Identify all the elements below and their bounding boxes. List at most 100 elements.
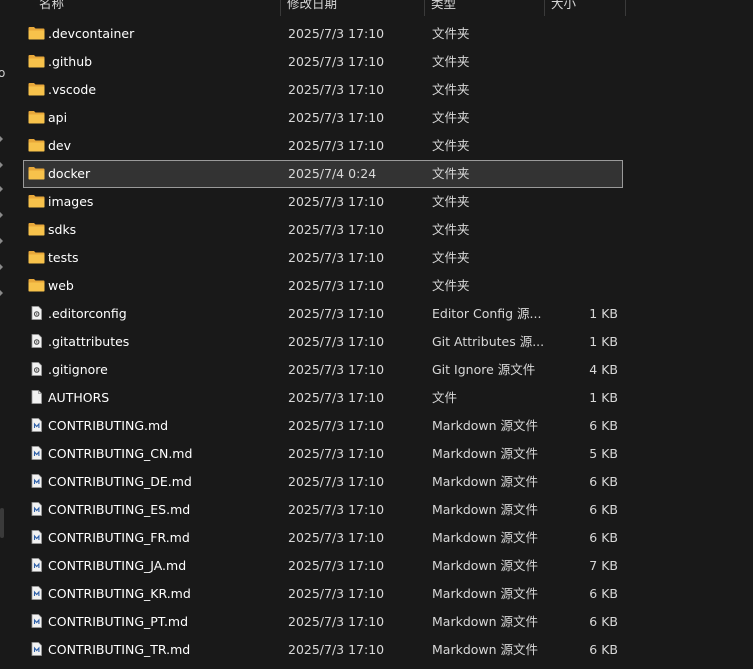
- column-header-type[interactable]: 类型: [425, 0, 545, 16]
- markdown-file-icon: [28, 642, 45, 656]
- file-size: 6 KB: [589, 474, 618, 489]
- file-row[interactable]: tests 2025/7/3 17:10 文件夹: [23, 244, 623, 272]
- file-row[interactable]: CONTRIBUTING_FR.md 2025/7/3 17:10 Markdown…: [23, 524, 623, 552]
- file-name: CONTRIBUTING_ES.md: [48, 502, 191, 517]
- chevron-right-icon[interactable]: [0, 212, 3, 218]
- chevron-right-icon[interactable]: [0, 186, 3, 192]
- file-date-modified: 2025/7/3 17:10: [288, 502, 385, 517]
- file-date-modified: 2025/7/3 17:10: [288, 614, 385, 629]
- file-name: CONTRIBUTING_KR.md: [48, 586, 191, 601]
- file-name: tests: [48, 250, 79, 265]
- file-name: CONTRIBUTING.md: [48, 418, 169, 433]
- folder-icon: [28, 82, 45, 96]
- file-type: Markdown 源文件: [432, 474, 539, 489]
- file-row[interactable]: .vscode 2025/7/3 17:10 文件夹: [23, 76, 623, 104]
- markdown-file-icon: [28, 474, 45, 488]
- file-name: AUTHORS: [48, 390, 110, 405]
- file-date-modified: 2025/7/3 17:10: [288, 54, 385, 69]
- file-row[interactable]: CONTRIBUTING_TR.md 2025/7/3 17:10 Markdown…: [23, 636, 623, 664]
- file-type: 文件夹: [432, 278, 470, 293]
- file-row[interactable]: CONTRIBUTING_JA.md 2025/7/3 17:10 Markdown…: [23, 552, 623, 580]
- file-row[interactable]: CONTRIBUTING.md 2025/7/3 17:10 Markdown 源文…: [23, 412, 623, 440]
- file-row[interactable]: dev 2025/7/3 17:10 文件夹: [23, 132, 623, 160]
- folder-icon: [28, 54, 45, 68]
- file-type: Editor Config 源...: [432, 306, 542, 321]
- file-type: Markdown 源文件: [432, 502, 539, 517]
- column-header-date[interactable]: 修改日期: [281, 0, 425, 16]
- file-row[interactable]: CONTRIBUTING_PT.md 2025/7/3 17:10 Markdown…: [23, 608, 623, 636]
- markdown-file-icon: [28, 418, 45, 432]
- file-name: CONTRIBUTING_TR.md: [48, 642, 191, 657]
- config-file-icon: [28, 334, 45, 348]
- column-header-size[interactable]: 大小: [545, 0, 626, 16]
- file-icon: [28, 390, 45, 404]
- file-name: dev: [48, 138, 72, 153]
- navigation-pane-edge: o: [0, 0, 10, 669]
- file-size: 4 KB: [589, 362, 618, 377]
- file-row[interactable]: CONTRIBUTING_ES.md 2025/7/3 17:10 Markdown…: [23, 496, 623, 524]
- file-name: images: [48, 194, 94, 209]
- config-file-icon: [28, 306, 45, 320]
- nav-scrollbar-thumb[interactable]: [0, 508, 4, 538]
- file-name: .gitattributes: [48, 334, 130, 349]
- file-type: 文件夹: [432, 194, 470, 209]
- file-row[interactable]: .editorconfig 2025/7/3 17:10 Editor Config…: [23, 300, 623, 328]
- folder-icon: [28, 166, 45, 180]
- folder-icon: [28, 138, 45, 152]
- file-name: CONTRIBUTING_JA.md: [48, 558, 187, 573]
- file-row[interactable]: sdks 2025/7/3 17:10 文件夹: [23, 216, 623, 244]
- file-date-modified: 2025/7/3 17:10: [288, 250, 385, 265]
- file-list: .devcontainer 2025/7/3 17:10 文件夹 .github 202…: [23, 20, 623, 664]
- chevron-right-icon[interactable]: [0, 264, 3, 270]
- file-name: sdks: [48, 222, 77, 237]
- file-row[interactable]: .gitattributes 2025/7/3 17:10 Git Attribut…: [23, 328, 623, 356]
- file-size: 1 KB: [589, 334, 618, 349]
- file-date-modified: 2025/7/3 17:10: [288, 306, 385, 321]
- column-header: 名称 修改日期 类型 大小: [23, 0, 626, 16]
- file-type: Markdown 源文件: [432, 614, 539, 629]
- file-date-modified: 2025/7/3 17:10: [288, 418, 385, 433]
- file-date-modified: 2025/7/3 17:10: [288, 194, 385, 209]
- file-size: 1 KB: [589, 390, 618, 405]
- file-type: Markdown 源文件: [432, 418, 539, 433]
- file-row[interactable]: .gitignore 2025/7/3 17:10 Git Ignore 源文件 4 …: [23, 356, 623, 384]
- file-name: CONTRIBUTING_FR.md: [48, 530, 190, 545]
- column-header-name[interactable]: 名称: [33, 0, 281, 16]
- file-type: Markdown 源文件: [432, 530, 539, 545]
- file-name: web: [48, 278, 74, 293]
- chevron-right-icon[interactable]: [0, 290, 3, 296]
- file-date-modified: 2025/7/3 17:10: [288, 362, 385, 377]
- file-row[interactable]: CONTRIBUTING_DE.md 2025/7/3 17:10 Markdown…: [23, 468, 623, 496]
- file-row[interactable]: web 2025/7/3 17:10 文件夹: [23, 272, 623, 300]
- file-row[interactable]: .github 2025/7/3 17:10 文件夹: [23, 48, 623, 76]
- file-name: api: [48, 110, 68, 125]
- file-name: CONTRIBUTING_DE.md: [48, 474, 192, 489]
- chevron-right-icon[interactable]: [0, 238, 3, 244]
- file-type: Git Attributes 源...: [432, 334, 545, 349]
- file-date-modified: 2025/7/3 17:10: [288, 82, 385, 97]
- file-type: 文件: [432, 390, 458, 405]
- file-name: .gitignore: [48, 362, 108, 377]
- folder-icon: [28, 278, 45, 292]
- file-size: 7 KB: [589, 558, 618, 573]
- nav-text-fragment: o: [0, 66, 6, 80]
- file-row[interactable]: docker 2025/7/4 0:24 文件夹: [23, 160, 623, 188]
- file-row[interactable]: .devcontainer 2025/7/3 17:10 文件夹: [23, 20, 623, 48]
- markdown-file-icon: [28, 614, 45, 628]
- file-row[interactable]: images 2025/7/3 17:10 文件夹: [23, 188, 623, 216]
- file-date-modified: 2025/7/3 17:10: [288, 278, 385, 293]
- file-row[interactable]: CONTRIBUTING_KR.md 2025/7/3 17:10 Markdown…: [23, 580, 623, 608]
- file-row[interactable]: api 2025/7/3 17:10 文件夹: [23, 104, 623, 132]
- file-type: Markdown 源文件: [432, 642, 539, 657]
- markdown-file-icon: [28, 446, 45, 460]
- file-name: .devcontainer: [48, 26, 135, 41]
- file-row[interactable]: AUTHORS 2025/7/3 17:10 文件 1 KB: [23, 384, 623, 412]
- folder-icon: [28, 194, 45, 208]
- chevron-right-icon[interactable]: [0, 136, 3, 142]
- file-type: 文件夹: [432, 26, 470, 41]
- file-name: docker: [48, 166, 91, 181]
- file-row[interactable]: CONTRIBUTING_CN.md 2025/7/3 17:10 Markdown…: [23, 440, 623, 468]
- file-type: 文件夹: [432, 54, 470, 69]
- chevron-right-icon[interactable]: [0, 162, 3, 168]
- file-explorer: o 名称 修改日期 类型 大小 .devcontainer 2025/7/3 17…: [0, 0, 753, 669]
